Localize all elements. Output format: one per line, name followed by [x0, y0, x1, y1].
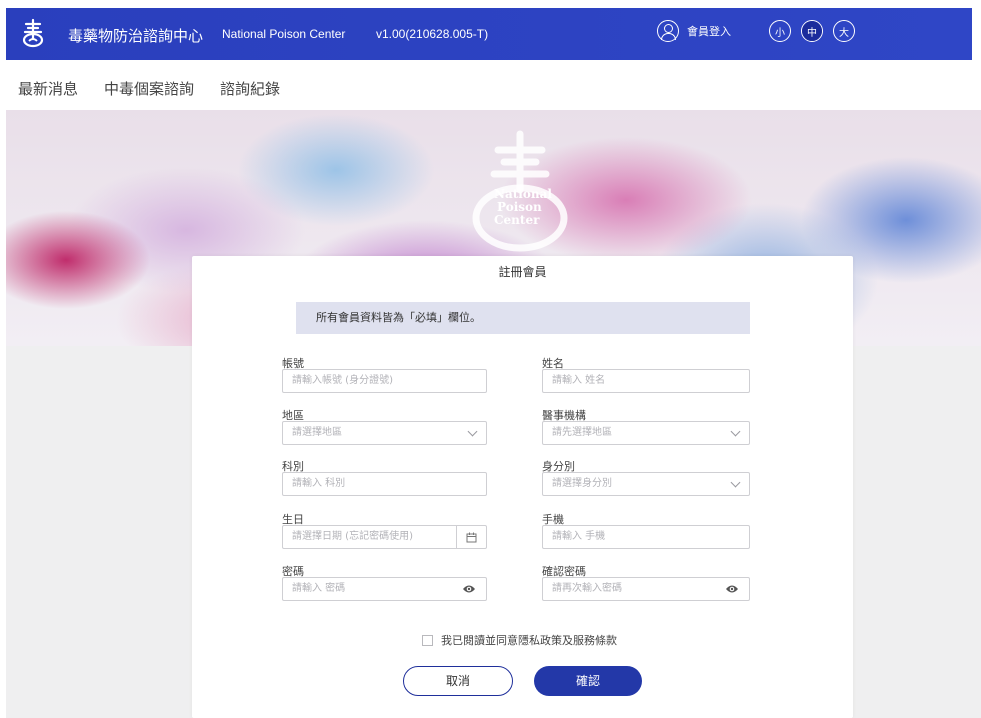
font-size-switcher: 小 中 大 — [769, 20, 855, 42]
birthday-placeholder: 請選擇日期 (忘記密碼使用) — [292, 531, 413, 542]
top-bar: 毒藥物防治諮詢中心 National Poison Center v1.00(2… — [0, 0, 981, 62]
register-title: 註冊會員 — [498, 265, 547, 279]
confirm-password-input[interactable]: 請再次輸入密碼 — [542, 577, 750, 601]
main-nav: 最新消息 中毒個案諮詢 諮詢紀錄 — [18, 78, 280, 99]
font-size-small-label: 小 — [775, 27, 785, 39]
nav-item-poison-case-consult[interactable]: 中毒個案諮詢 — [104, 78, 194, 99]
brand-name: 毒藥物防治諮詢中心 — [68, 27, 204, 45]
confirm-password-placeholder: 請再次輸入密碼 — [552, 583, 622, 594]
identity-placeholder: 請選擇身分別 — [552, 478, 612, 489]
poison-center-logo-icon — [22, 18, 44, 48]
region-select[interactable]: 請選擇地區 — [282, 421, 487, 445]
agree-text: 我已閱讀並同意隱私政策及服務條款 — [441, 634, 617, 647]
font-size-medium-button[interactable]: 中 — [801, 20, 823, 42]
name-input[interactable]: 請輸入 姓名 — [542, 369, 750, 393]
font-size-large-label: 大 — [839, 27, 849, 39]
brand-name-en: National Poison Center — [222, 27, 346, 41]
cancel-button[interactable]: 取消 — [403, 666, 513, 696]
department-placeholder: 請輸入 科別 — [292, 478, 346, 489]
institution-select[interactable]: 請先選擇地區 — [542, 421, 750, 445]
name-placeholder: 請輸入 姓名 — [552, 375, 606, 386]
font-size-medium-label: 中 — [802, 21, 822, 41]
identity-select[interactable]: 請選擇身分別 — [542, 472, 750, 496]
member-login-button[interactable]: 會員登入 — [657, 20, 731, 42]
password-input[interactable]: 請輸入 密碼 — [282, 577, 487, 601]
password-placeholder: 請輸入 密碼 — [292, 583, 346, 594]
register-card: 註冊會員 所有會員資料皆為「必填」欄位。 帳號 請輸入帳號 (身分證號) 姓名 … — [192, 256, 853, 718]
chevron-down-icon — [730, 426, 741, 437]
region-placeholder: 請選擇地區 — [292, 427, 342, 438]
chevron-down-icon — [730, 477, 741, 488]
mobile-input[interactable]: 請輸入 手機 — [542, 525, 750, 549]
eye-icon[interactable] — [462, 583, 476, 595]
version-label: v1.00(210628.005-T) — [376, 27, 489, 41]
calendar-icon[interactable] — [456, 526, 486, 548]
hero-logo-line-3: Center — [494, 213, 540, 227]
mobile-placeholder: 請輸入 手機 — [552, 531, 606, 542]
agree-checkbox[interactable] — [422, 634, 433, 646]
nav-item-consult-records[interactable]: 諮詢紀錄 — [220, 78, 280, 99]
nav-item-news[interactable]: 最新消息 — [18, 78, 78, 99]
eye-icon[interactable] — [725, 583, 739, 595]
institution-placeholder: 請先選擇地區 — [552, 427, 612, 438]
header-banner: 毒藥物防治諮詢中心 National Poison Center v1.00(2… — [6, 8, 972, 60]
member-login-label: 會員登入 — [687, 25, 731, 38]
account-input[interactable]: 請輸入帳號 (身分證號) — [282, 369, 487, 393]
font-size-small-button[interactable]: 小 — [769, 20, 791, 42]
agree-terms[interactable]: 我已閱讀並同意隱私政策及服務條款 — [422, 632, 617, 648]
hero-logo-text: National Poison Center — [494, 188, 552, 227]
birthday-input[interactable]: 請選擇日期 (忘記密碼使用) — [282, 525, 487, 549]
account-placeholder: 請輸入帳號 (身分證號) — [292, 375, 393, 386]
chevron-down-icon — [467, 426, 478, 437]
required-notice: 所有會員資料皆為「必填」欄位。 — [296, 302, 750, 334]
confirm-button[interactable]: 確認 — [534, 666, 642, 696]
font-size-large-button[interactable]: 大 — [833, 20, 855, 42]
department-input[interactable]: 請輸入 科別 — [282, 472, 487, 496]
user-icon — [657, 20, 679, 42]
